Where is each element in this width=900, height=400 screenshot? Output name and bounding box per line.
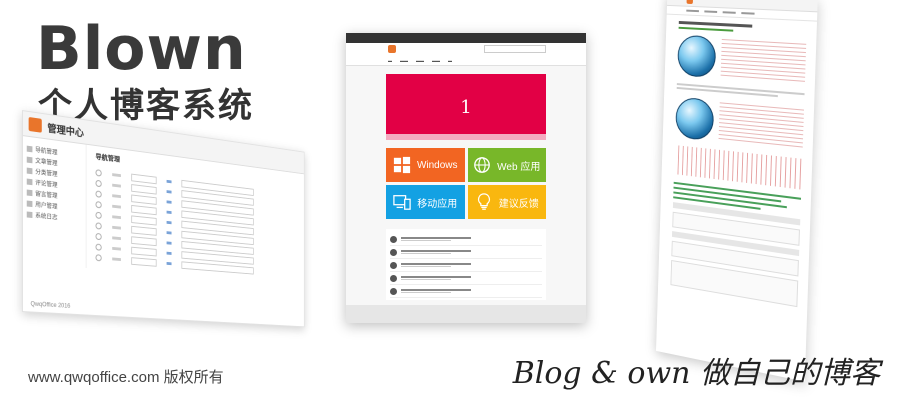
orb-image: [675, 96, 715, 142]
admin-sidebar: 导航管理 文章管理 分类管理 评论管理 留言管理 用户管理 系统日志: [22, 136, 87, 268]
devices-icon: [393, 195, 411, 210]
nav-item[interactable]: ▬▬: [416, 58, 424, 63]
avatar: [390, 248, 397, 256]
nav-icon: [26, 200, 33, 207]
lightbulb-icon: [477, 193, 490, 210]
windows-icon: [393, 156, 411, 174]
list-item[interactable]: [390, 272, 542, 285]
orb-image: [677, 34, 717, 79]
nav-item[interactable]: ▬▬: [432, 58, 440, 63]
avatar: [390, 235, 397, 243]
nav-icon: [26, 145, 33, 152]
site-screenshot: ▬ ▬▬ ▬▬ ▬▬ ▬ 1 Windows Web 应用 移动应用 建议反馈: [346, 33, 586, 323]
nav-icon: [26, 210, 33, 218]
nav-icon: [26, 189, 33, 196]
glyph-image: [718, 100, 805, 151]
banner-slide[interactable]: 1: [386, 74, 546, 140]
admin-screenshot: 管理中心 导航管理 文章管理 分类管理 评论管理 留言管理 用户管理 系统日志 …: [22, 110, 305, 328]
banner-caption-bar: [386, 134, 546, 140]
logo-icon: [28, 116, 42, 133]
nav-item[interactable]: ▬: [388, 58, 392, 63]
copyright-text: www.qwqoffice.com 版权所有: [28, 369, 224, 386]
nav-icon: [26, 156, 33, 163]
tile-grid: Windows Web 应用 移动应用 建议反馈: [386, 148, 546, 219]
admin-header-title: 管理中心: [47, 123, 84, 140]
admin-footer: QwqOffice 2016: [30, 301, 71, 310]
tile-label: Windows: [416, 159, 458, 171]
avatar: [390, 261, 397, 269]
tile-label: 建议反馈: [498, 198, 539, 210]
site-nav: ▬ ▬▬ ▬▬ ▬▬ ▬: [346, 55, 586, 66]
slogan-text: Blog & own 做自己的博客: [512, 356, 880, 391]
tile-mobile[interactable]: 移动应用: [386, 185, 465, 219]
nav-icon: [26, 167, 33, 174]
article-screenshot: [656, 0, 818, 382]
article-meta: [678, 26, 734, 32]
logo-icon: [388, 45, 396, 53]
banner-number: 1: [460, 96, 472, 118]
hero-title: Blown: [36, 14, 247, 84]
avatar: [390, 274, 397, 282]
nav-item[interactable]: ▬: [448, 58, 452, 63]
post-list: [386, 229, 546, 300]
nav-icon: [26, 178, 33, 185]
tile-windows[interactable]: Windows: [386, 148, 465, 182]
tile-label: Web 应用: [497, 161, 541, 173]
list-item[interactable]: [390, 259, 542, 272]
site-topbar: [346, 33, 586, 43]
glyph-image: [720, 37, 807, 85]
globe-icon: [474, 157, 491, 173]
search-input[interactable]: [484, 45, 546, 53]
nav-item[interactable]: ▬▬: [400, 58, 408, 63]
logo-icon: [686, 0, 694, 4]
list-item[interactable]: [390, 233, 542, 246]
list-item[interactable]: [390, 246, 542, 259]
avatar: [390, 287, 397, 295]
list-item[interactable]: [390, 285, 542, 298]
script-image: [673, 145, 803, 190]
tile-web[interactable]: Web 应用: [467, 148, 546, 182]
tile-label: 移动应用: [417, 198, 458, 210]
site-header: [346, 43, 586, 55]
site-footer: [346, 305, 586, 323]
tile-feedback[interactable]: 建议反馈: [467, 185, 546, 219]
